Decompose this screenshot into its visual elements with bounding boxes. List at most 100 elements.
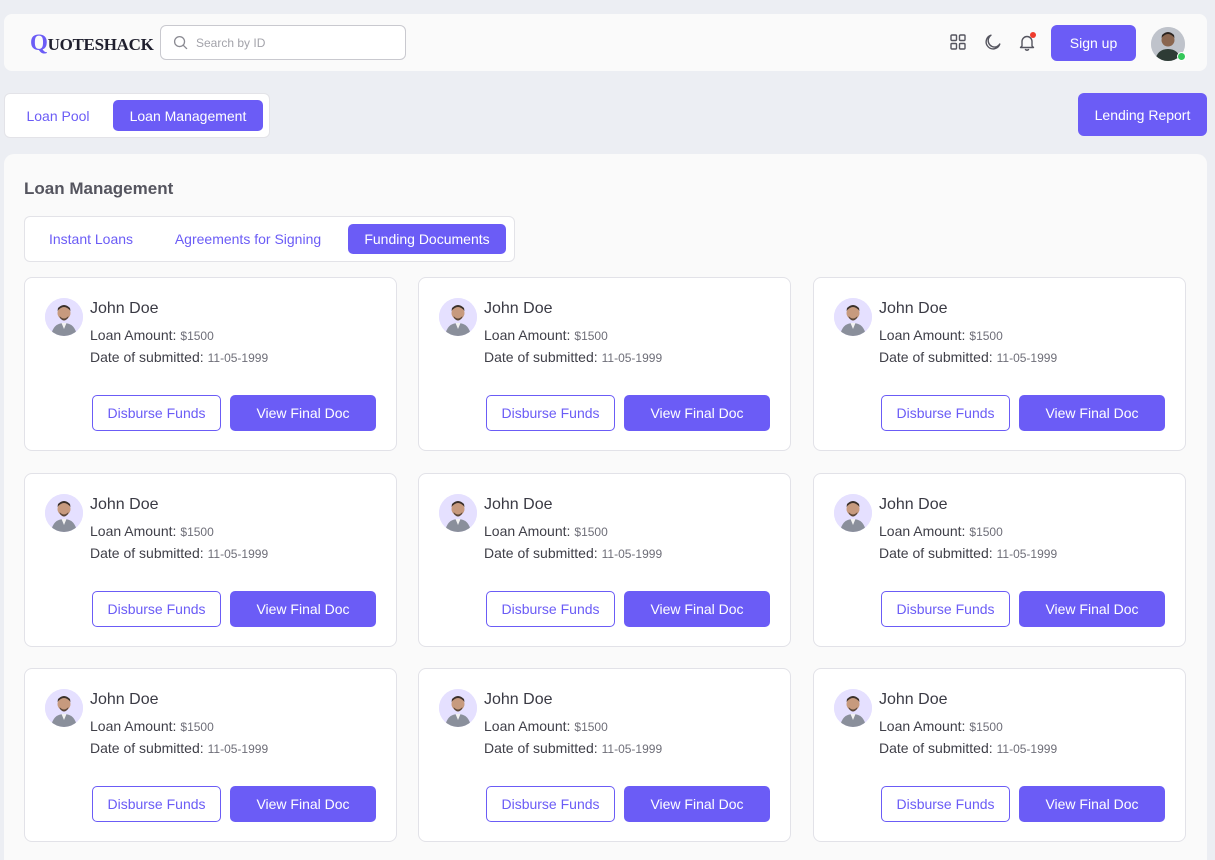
tab-instant-loans[interactable]: Instant Loans xyxy=(33,224,149,254)
view-final-doc-button[interactable]: View Final Doc xyxy=(1019,395,1165,431)
loan-amount-label: Loan Amount: xyxy=(879,718,966,734)
loan-card: John Doe Loan Amount: $1500 Date of submitt… xyxy=(24,668,397,842)
applicant-name: John Doe xyxy=(879,496,948,513)
grid-button[interactable] xyxy=(948,32,968,52)
logo-text: UOTESHACK xyxy=(47,35,154,54)
submitted-date-value: 11-05-1999 xyxy=(207,742,269,756)
loan-amount-value: $1500 xyxy=(574,720,608,734)
disburse-funds-button[interactable]: Disburse Funds xyxy=(486,395,615,431)
disburse-funds-button[interactable]: Disburse Funds xyxy=(92,591,221,627)
disburse-funds-button[interactable]: Disburse Funds xyxy=(881,786,1010,822)
loan-card: John Doe Loan Amount: $1500 Date of submitt… xyxy=(813,668,1186,842)
view-final-doc-button[interactable]: View Final Doc xyxy=(230,395,376,431)
submitted-date-value: 11-05-1999 xyxy=(996,742,1058,756)
view-final-doc-button[interactable]: View Final Doc xyxy=(624,786,770,822)
applicant-name: John Doe xyxy=(484,300,553,317)
submitted-date-label: Date of submitted: xyxy=(90,545,204,561)
submitted-date-value: 11-05-1999 xyxy=(207,547,269,561)
person-avatar-icon xyxy=(439,494,477,532)
sign-up-button[interactable]: Sign up xyxy=(1051,25,1136,61)
submitted-date-label: Date of submitted: xyxy=(90,740,204,756)
lending-report-button[interactable]: Lending Report xyxy=(1078,93,1207,136)
submitted-date-row: Date of submitted: 11-05-1999 xyxy=(484,740,662,756)
person-avatar-icon xyxy=(439,298,477,336)
tab-loan-management[interactable]: Loan Management xyxy=(113,100,263,131)
loan-amount-value: $1500 xyxy=(180,525,214,539)
applicant-name: John Doe xyxy=(879,691,948,708)
view-final-doc-button[interactable]: View Final Doc xyxy=(624,591,770,627)
applicant-avatar xyxy=(439,689,477,727)
loan-card: John Doe Loan Amount: $1500 Date of submitt… xyxy=(418,277,791,451)
loan-card: John Doe Loan Amount: $1500 Date of submitt… xyxy=(813,473,1186,647)
notifications-button[interactable] xyxy=(1017,32,1037,52)
grid-icon xyxy=(950,34,966,50)
submitted-date-value: 11-05-1999 xyxy=(207,351,269,365)
disburse-funds-button[interactable]: Disburse Funds xyxy=(92,395,221,431)
loan-amount-value: $1500 xyxy=(969,329,1003,343)
applicant-avatar xyxy=(834,689,872,727)
loan-amount-row: Loan Amount: $1500 xyxy=(484,523,608,539)
submitted-date-label: Date of submitted: xyxy=(484,349,598,365)
submitted-date-row: Date of submitted: 11-05-1999 xyxy=(484,545,662,561)
submitted-date-row: Date of submitted: 11-05-1999 xyxy=(879,740,1057,756)
view-final-doc-button[interactable]: View Final Doc xyxy=(1019,591,1165,627)
disburse-funds-button[interactable]: Disburse Funds xyxy=(92,786,221,822)
loan-amount-row: Loan Amount: $1500 xyxy=(484,718,608,734)
view-final-doc-button[interactable]: View Final Doc xyxy=(230,786,376,822)
loan-amount-row: Loan Amount: $1500 xyxy=(90,523,214,539)
disburse-funds-button[interactable]: Disburse Funds xyxy=(881,591,1010,627)
avatar[interactable] xyxy=(1151,27,1186,61)
view-final-doc-button[interactable]: View Final Doc xyxy=(230,591,376,627)
applicant-name: John Doe xyxy=(90,496,159,513)
applicant-avatar xyxy=(439,494,477,532)
loan-amount-label: Loan Amount: xyxy=(90,523,177,539)
disburse-funds-button[interactable]: Disburse Funds xyxy=(486,786,615,822)
tab-funding-documents[interactable]: Funding Documents xyxy=(348,224,506,254)
loan-amount-row: Loan Amount: $1500 xyxy=(90,718,214,734)
person-avatar-icon xyxy=(834,689,872,727)
submitted-date-value: 11-05-1999 xyxy=(996,547,1058,561)
view-final-doc-button[interactable]: View Final Doc xyxy=(624,395,770,431)
loan-card: John Doe Loan Amount: $1500 Date of submitt… xyxy=(24,277,397,451)
applicant-avatar xyxy=(439,298,477,336)
search-input[interactable] xyxy=(196,35,396,50)
person-avatar-icon xyxy=(834,494,872,532)
applicant-name: John Doe xyxy=(90,691,159,708)
search-box[interactable] xyxy=(160,25,406,60)
loan-amount-label: Loan Amount: xyxy=(90,327,177,343)
disburse-funds-button[interactable]: Disburse Funds xyxy=(486,591,615,627)
disburse-funds-button[interactable]: Disburse Funds xyxy=(881,395,1010,431)
person-avatar-icon xyxy=(45,494,83,532)
loan-amount-label: Loan Amount: xyxy=(484,718,571,734)
logo[interactable]: QUOTESHACK xyxy=(30,30,154,56)
person-avatar-icon xyxy=(834,298,872,336)
loan-card: John Doe Loan Amount: $1500 Date of submitt… xyxy=(813,277,1186,451)
submitted-date-value: 11-05-1999 xyxy=(601,742,663,756)
view-final-doc-button[interactable]: View Final Doc xyxy=(1019,786,1165,822)
tab-agreements-for-signing[interactable]: Agreements for Signing xyxy=(159,224,337,254)
loan-amount-row: Loan Amount: $1500 xyxy=(879,523,1003,539)
loan-card: John Doe Loan Amount: $1500 Date of submitt… xyxy=(24,473,397,647)
sub-tabs: Instant Loans Agreements for Signing Fun… xyxy=(24,216,515,262)
applicant-avatar xyxy=(834,298,872,336)
submitted-date-row: Date of submitted: 11-05-1999 xyxy=(879,349,1057,365)
applicant-name: John Doe xyxy=(484,496,553,513)
theme-toggle[interactable] xyxy=(983,32,1003,52)
person-avatar-icon xyxy=(439,689,477,727)
applicant-avatar xyxy=(45,689,83,727)
person-avatar-icon xyxy=(45,689,83,727)
applicant-avatar xyxy=(45,298,83,336)
applicant-name: John Doe xyxy=(484,691,553,708)
submitted-date-row: Date of submitted: 11-05-1999 xyxy=(90,545,268,561)
tab-loan-pool[interactable]: Loan Pool xyxy=(12,100,104,131)
loan-amount-row: Loan Amount: $1500 xyxy=(879,327,1003,343)
loan-amount-value: $1500 xyxy=(180,329,214,343)
submitted-date-row: Date of submitted: 11-05-1999 xyxy=(879,545,1057,561)
submitted-date-label: Date of submitted: xyxy=(484,740,598,756)
moon-icon xyxy=(985,34,1001,50)
loan-amount-value: $1500 xyxy=(969,525,1003,539)
submitted-date-label: Date of submitted: xyxy=(484,545,598,561)
submitted-date-label: Date of submitted: xyxy=(90,349,204,365)
loan-card: John Doe Loan Amount: $1500 Date of submitt… xyxy=(418,473,791,647)
person-avatar-icon xyxy=(45,298,83,336)
